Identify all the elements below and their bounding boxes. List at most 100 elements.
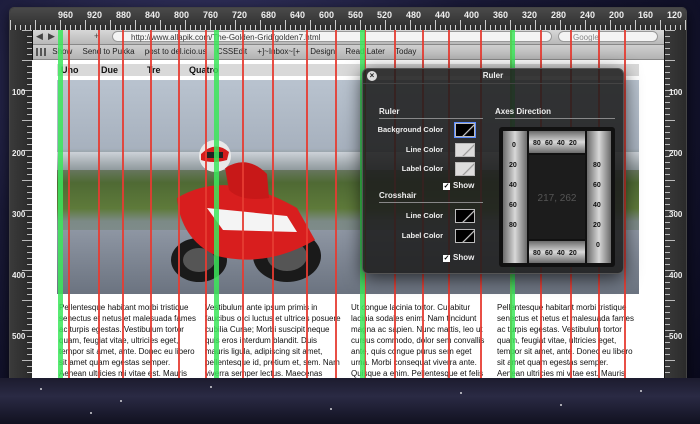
ruler-tick <box>665 372 670 373</box>
star-decoration <box>90 412 92 414</box>
bookmark-cssedit[interactable]: CSSEdit <box>217 47 247 56</box>
axes-left-num-4: 60 <box>509 202 517 209</box>
ruler-tick <box>27 42 32 43</box>
ruler-left-label: 400 <box>12 271 26 280</box>
ruler-top-label: 680 <box>261 10 277 20</box>
right-ruler[interactable]: 100 200 300 400 500 <box>664 30 686 406</box>
ruler-right-label: 200 <box>669 149 683 158</box>
bookmark-send-to-pukka[interactable]: Send to Pukka <box>82 47 134 56</box>
ruler-tick <box>685 20 686 30</box>
ruler-top-label: 880 <box>116 10 132 20</box>
ruler-tick <box>665 294 670 295</box>
ruler-tick <box>27 54 32 55</box>
top-ruler[interactable]: 960 920 880 840 800 760 720 680 640 600 560 520 480 4… <box>10 8 686 31</box>
ruler-tick <box>665 48 670 49</box>
line-color-swatch[interactable] <box>455 143 475 157</box>
ruler-tick <box>660 20 661 30</box>
motorcycle-rider-image <box>171 140 321 282</box>
crosshair-label-color-swatch[interactable] <box>455 229 475 243</box>
ruler-tick <box>585 20 586 30</box>
ruler-app-window: 960 920 880 840 800 760 720 680 640 600 560 520 480 4… <box>10 8 686 406</box>
ruler-tick <box>665 78 670 79</box>
bookmark-show[interactable]: Show <box>52 47 72 56</box>
bookmark-delicious[interactable]: post to del.icio.us <box>145 47 207 56</box>
ruler-top-label: 120 <box>667 10 683 20</box>
ruler-tick <box>665 66 670 67</box>
ruler-tick <box>410 20 411 30</box>
axes-direction-widget[interactable]: 80 60 40 20 80 60 40 20 0 20 40 60 80 80… <box>499 127 615 267</box>
ruler-tick <box>35 20 36 30</box>
axes-right-num-5: 0 <box>596 242 600 249</box>
background-color-swatch[interactable] <box>454 122 476 138</box>
crosshair-line-color-label: Line Color <box>405 211 443 220</box>
ruler-tick <box>665 222 670 223</box>
crosshair-line-color-swatch[interactable] <box>455 209 475 223</box>
crosshair-show-checkbox[interactable]: ✓ Show <box>443 253 474 262</box>
ruler-tick <box>22 360 32 361</box>
ruler-tick <box>665 180 675 181</box>
axes-left-num-1: 0 <box>512 142 516 149</box>
ruler-tick <box>665 318 670 319</box>
axes-section-divider <box>495 118 615 119</box>
ruler-left-label: 200 <box>12 149 26 158</box>
ruler-tick <box>22 300 32 301</box>
ruler-top-label: 360 <box>493 10 509 20</box>
ruler-left-label: 500 <box>12 332 26 341</box>
ruler-top-label: 160 <box>638 10 654 20</box>
checkmark-icon: ✓ <box>443 255 450 262</box>
axes-right-num-4: 20 <box>593 222 601 229</box>
back-icon[interactable]: ◀ <box>36 31 43 42</box>
axes-left-num-2: 20 <box>509 162 517 169</box>
ruler-tick <box>665 144 670 145</box>
bookmark-design[interactable]: Design <box>310 47 335 56</box>
ruler-top-label: 760 <box>203 10 219 20</box>
bookmarks-grid-icon[interactable] <box>36 47 46 56</box>
column-label-due: Due <box>101 65 119 75</box>
ruler-tick <box>185 20 186 30</box>
ruler-tick <box>665 258 670 259</box>
ruler-tick <box>135 20 136 30</box>
ruler-tick <box>310 20 311 30</box>
left-ruler[interactable]: 100 200 300 400 500 <box>10 30 33 406</box>
ruler-tick <box>22 180 32 181</box>
ruler-tick <box>665 174 670 175</box>
browser-toolbar: ◀ ▶ + http://www.allapik.com/The-Golden-… <box>32 30 664 45</box>
ruler-tick <box>665 282 670 283</box>
ruler-tick <box>160 20 161 30</box>
ruler-show-checkbox[interactable]: ✓ Show <box>443 181 474 190</box>
bookmark-inbox[interactable]: +]~Inbox~[+ <box>257 47 300 56</box>
ruler-tick <box>22 330 32 331</box>
close-icon[interactable]: × <box>367 71 377 81</box>
ruler-top-label: 920 <box>87 10 103 20</box>
axes-left-num-3: 40 <box>509 182 517 189</box>
add-bookmark-icon[interactable]: + <box>94 31 99 41</box>
ruler-left-label: 300 <box>12 210 26 219</box>
bookmark-read-later[interactable]: Read Later <box>345 47 385 56</box>
star-decoration <box>120 400 122 402</box>
axes-direction-title: Axes Direction <box>495 107 552 116</box>
axes-right-num-1: 80 <box>593 162 601 169</box>
ruler-tick <box>110 20 111 30</box>
forward-icon[interactable]: ▶ <box>48 31 55 42</box>
ruler-section-divider <box>379 118 483 119</box>
ruler-tick <box>665 30 675 31</box>
ruler-tick <box>665 102 670 103</box>
ruler-tick <box>665 168 670 169</box>
ruler-top-label: 640 <box>290 10 306 20</box>
ruler-section-title: Ruler <box>379 107 400 116</box>
ruler-tick <box>665 252 670 253</box>
label-color-swatch[interactable] <box>455 162 475 176</box>
ruler-tick <box>665 306 670 307</box>
ruler-tick <box>665 264 670 265</box>
axes-bottom-num-3: 40 <box>557 250 565 257</box>
column-label-uno: Uno <box>61 65 79 75</box>
crosshair-show-label: Show <box>453 253 475 262</box>
ruler-tick <box>485 20 486 30</box>
ruler-tick <box>85 20 86 30</box>
axes-bottom-num-4: 20 <box>569 250 577 257</box>
url-field[interactable]: http://www.allapik.com/The-Golden-Grid/g… <box>112 31 552 42</box>
ruler-tick <box>665 330 675 331</box>
ruler-tick <box>635 20 636 30</box>
search-input[interactable]: Google <box>558 31 658 42</box>
bookmark-today[interactable]: Today <box>395 47 416 56</box>
